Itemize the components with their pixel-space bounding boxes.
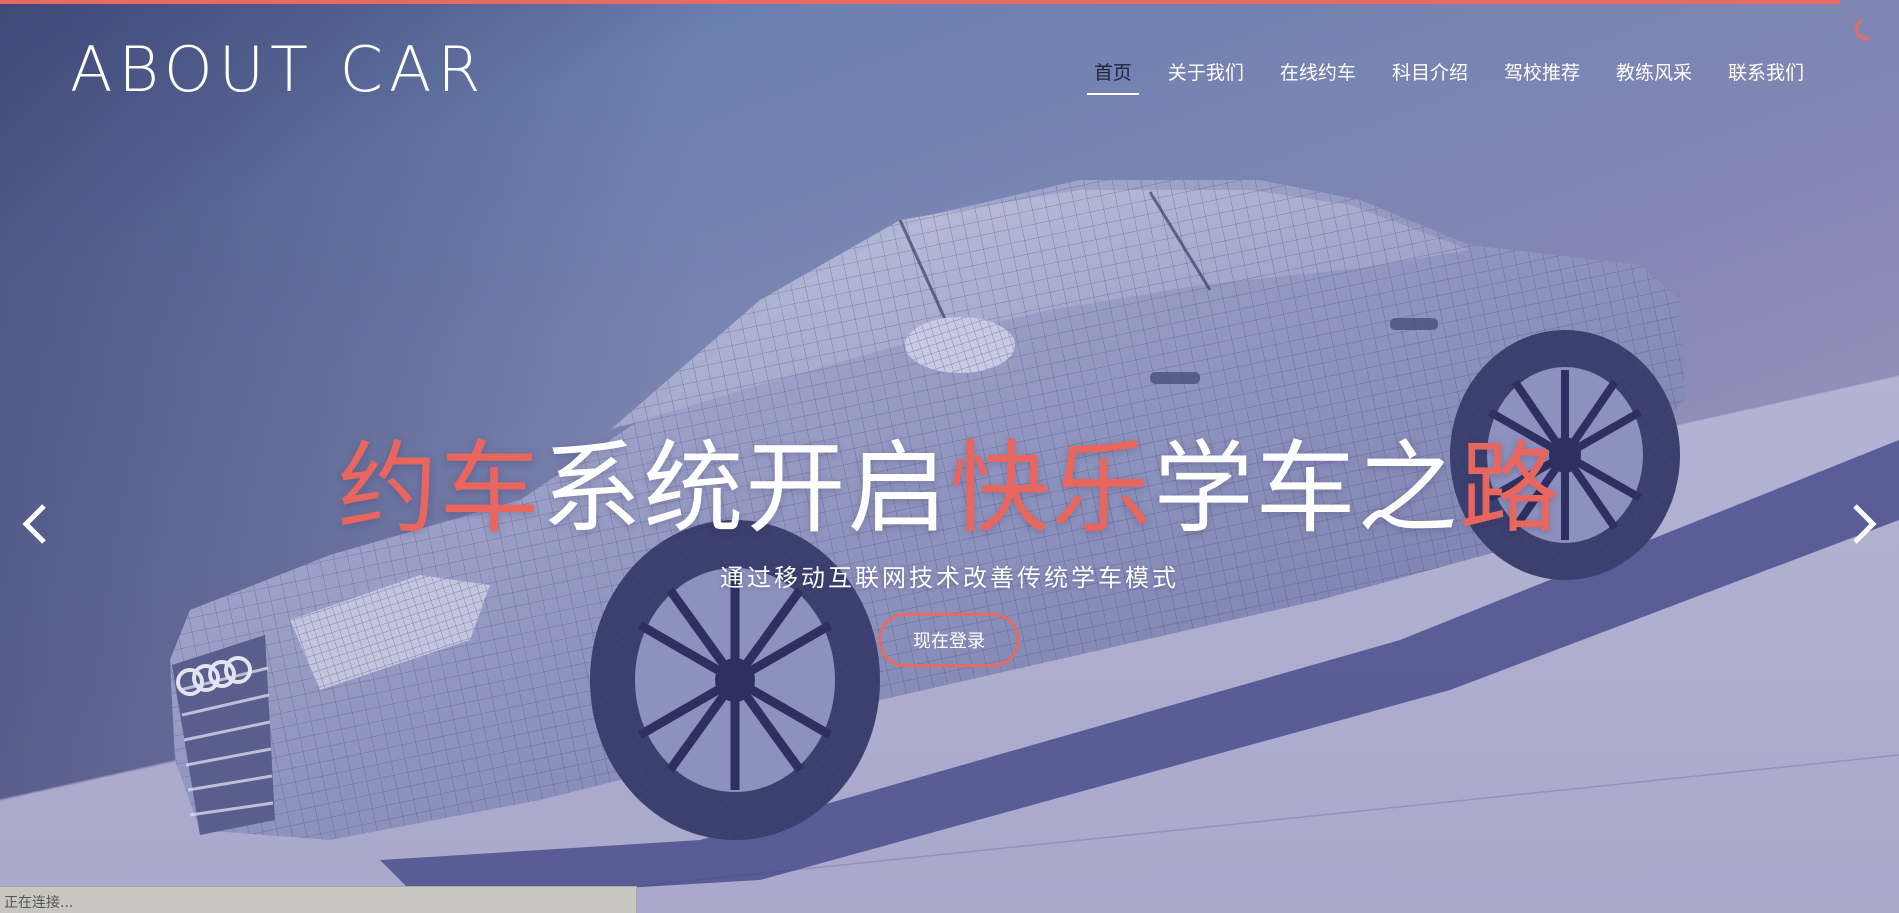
site-logo[interactable]: ABOUT CAR [70, 32, 486, 108]
nav-item-contact[interactable]: 联系我们 [1721, 54, 1811, 95]
nav-item-home[interactable]: 首页 [1086, 54, 1139, 95]
nav-item-schools[interactable]: 驾校推荐 [1497, 54, 1587, 95]
login-now-button[interactable]: 现在登录 [878, 613, 1020, 667]
headline-part: 系统开启 [541, 430, 950, 547]
hero-subtitle: 通过移动互联网技术改善传统学车模式 [720, 564, 1179, 592]
loading-progress-bar [0, 0, 1840, 4]
headline-part: 学车之 [1153, 430, 1460, 547]
main-nav: 首页 关于我们 在线约车 科目介绍 驾校推荐 教练风采 联系我们 [1065, 54, 1811, 95]
headline-part: 约车 [337, 430, 542, 547]
nav-item-about[interactable]: 关于我们 [1161, 54, 1251, 95]
headline-part: 快乐 [949, 430, 1154, 547]
nav-item-online-booking[interactable]: 在线约车 [1273, 54, 1363, 95]
hero-headline: 约车系统开启快乐学车之路 [0, 430, 1899, 548]
nav-item-subjects[interactable]: 科目介绍 [1385, 54, 1475, 95]
browser-status-bar: 正在连接... [0, 886, 637, 913]
headline-part: 路 [1459, 430, 1562, 547]
nav-item-coaches[interactable]: 教练风采 [1609, 54, 1699, 95]
